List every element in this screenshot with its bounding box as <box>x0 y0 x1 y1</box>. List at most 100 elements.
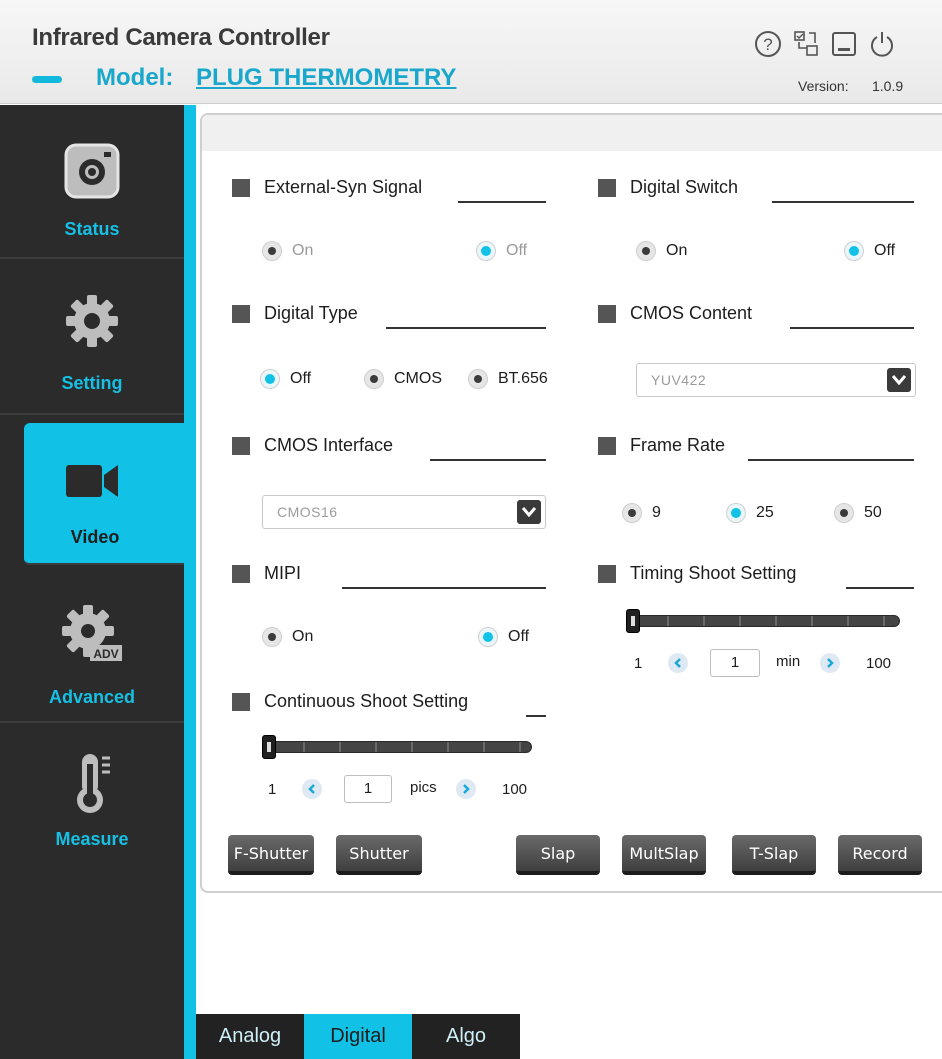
digital-type-label: Digital Type <box>264 303 358 323</box>
window-controls: ? <box>752 28 898 60</box>
continuous-shoot-label: Continuous Shoot Setting <box>264 691 469 711</box>
sidebar-item-advanced[interactable]: ADV Advanced <box>0 569 184 723</box>
tab-analog[interactable]: Analog <box>196 1014 304 1059</box>
camera-icon <box>60 139 124 203</box>
continuous-shoot-max: 100 <box>502 781 528 798</box>
continuous-shoot-input[interactable]: 1 <box>344 775 392 803</box>
section-rule <box>748 459 914 461</box>
section-marker[interactable] <box>598 305 616 323</box>
sidebar-item-video[interactable]: Video <box>24 423 190 565</box>
digital-type-bt656-radio[interactable]: BT.656 <box>468 369 548 389</box>
slider-handle[interactable] <box>626 609 640 633</box>
slider-track <box>632 615 900 627</box>
bottom-tab-bar: Analog Digital Algo <box>196 1014 520 1059</box>
version-value: 1.0.9 <box>872 78 904 94</box>
external-syn-on-radio[interactable]: On <box>262 241 313 261</box>
advanced-gear-icon: ADV <box>60 603 124 667</box>
sidebar-accent-strip <box>184 105 196 1059</box>
timing-shoot-max: 100 <box>866 655 892 672</box>
chevron-left-icon[interactable] <box>302 779 322 799</box>
chevron-down-icon <box>887 368 911 392</box>
cmos-interface-label: CMOS Interface <box>264 435 394 455</box>
sidebar-item-label: Status <box>64 219 120 239</box>
frame-rate-label: Frame Rate <box>630 435 726 455</box>
record-button[interactable]: Record <box>838 835 922 875</box>
digital-switch-label: Digital Switch <box>630 177 739 197</box>
frame-rate-50-radio[interactable]: 50 <box>834 503 882 523</box>
video-camera-icon <box>60 449 124 513</box>
section-marker[interactable] <box>232 305 250 323</box>
svg-text:ADV: ADV <box>93 647 118 661</box>
multslap-button[interactable]: MultSlap <box>622 835 706 875</box>
sidebar: Status Setting Video ADV Advanced Measur… <box>0 105 190 1059</box>
shutter-button[interactable]: Shutter <box>336 835 422 875</box>
tab-digital[interactable]: Digital <box>304 1014 412 1059</box>
chevron-left-icon[interactable] <box>668 653 688 673</box>
timing-shoot-input[interactable]: 1 <box>710 649 760 677</box>
section-rule <box>846 587 914 589</box>
section-marker[interactable] <box>232 437 250 455</box>
section-marker[interactable] <box>598 565 616 583</box>
section-rule <box>386 327 546 329</box>
gear-icon <box>60 289 124 353</box>
cmos-content-select[interactable]: YUV422 <box>636 363 916 397</box>
timing-shoot-min: 1 <box>634 655 643 672</box>
section-rule <box>790 327 914 329</box>
radio-dot <box>726 503 746 523</box>
tab-algo[interactable]: Algo <box>412 1014 520 1059</box>
section-marker[interactable] <box>232 179 250 197</box>
radio-dot <box>622 503 642 523</box>
t-slap-button[interactable]: T-Slap <box>732 835 816 875</box>
digital-type-off-radio[interactable]: Off <box>260 369 311 389</box>
network-icon[interactable] <box>790 28 822 60</box>
section-marker[interactable] <box>232 693 250 711</box>
radio-dot <box>478 627 498 647</box>
version-label: Version: <box>798 78 849 94</box>
help-icon[interactable]: ? <box>752 28 784 60</box>
section-marker[interactable] <box>232 565 250 583</box>
radio-dot <box>844 241 864 261</box>
sidebar-item-setting[interactable]: Setting <box>0 261 184 415</box>
timing-shoot-unit: min <box>776 653 801 670</box>
radio-dot <box>468 369 488 389</box>
sidebar-item-status[interactable]: Status <box>0 105 184 259</box>
external-syn-off-radio[interactable]: Off <box>476 241 527 261</box>
digital-switch-off-radio[interactable]: Off <box>844 241 895 261</box>
title-bar: Infrared Camera Controller Model: PLUG T… <box>0 0 942 104</box>
continuous-shoot-unit: pics <box>410 779 437 796</box>
section-rule <box>526 715 546 717</box>
panel-header <box>202 115 942 151</box>
digital-type-cmos-radio[interactable]: CMOS <box>364 369 442 389</box>
section-marker[interactable] <box>598 179 616 197</box>
mipi-on-radio[interactable]: On <box>262 627 313 647</box>
model-indicator <box>32 76 62 83</box>
radio-dot <box>834 503 854 523</box>
app-title: Infrared Camera Controller <box>32 24 330 51</box>
radio-dot <box>260 369 280 389</box>
continuous-shoot-slider[interactable] <box>262 735 532 759</box>
frame-rate-9-radio[interactable]: 9 <box>622 503 661 523</box>
radio-dot <box>364 369 384 389</box>
chevron-right-icon[interactable] <box>820 653 840 673</box>
sidebar-item-label: Setting <box>61 373 123 393</box>
slider-handle[interactable] <box>262 735 276 759</box>
external-syn-label: External-Syn Signal <box>264 177 423 197</box>
thermometer-icon <box>60 751 124 815</box>
slap-button[interactable]: Slap <box>516 835 600 875</box>
model-link[interactable]: PLUG THERMOMETRY <box>196 64 456 92</box>
video-settings-panel: External-Syn Signal On Off Digital Switc… <box>200 113 942 893</box>
section-rule <box>458 201 546 203</box>
power-icon[interactable] <box>866 28 898 60</box>
digital-switch-on-radio[interactable]: On <box>636 241 687 261</box>
chevron-down-icon <box>517 500 541 524</box>
section-marker[interactable] <box>598 437 616 455</box>
sidebar-item-label: Advanced <box>48 687 136 707</box>
mipi-off-radio[interactable]: Off <box>478 627 529 647</box>
timing-shoot-slider[interactable] <box>626 609 900 633</box>
cmos-interface-select[interactable]: CMOS16 <box>262 495 546 529</box>
f-shutter-button[interactable]: F-Shutter <box>228 835 314 875</box>
minimize-icon[interactable] <box>828 28 860 60</box>
frame-rate-25-radio[interactable]: 25 <box>726 503 774 523</box>
sidebar-item-measure[interactable]: Measure <box>0 725 184 879</box>
chevron-right-icon[interactable] <box>456 779 476 799</box>
